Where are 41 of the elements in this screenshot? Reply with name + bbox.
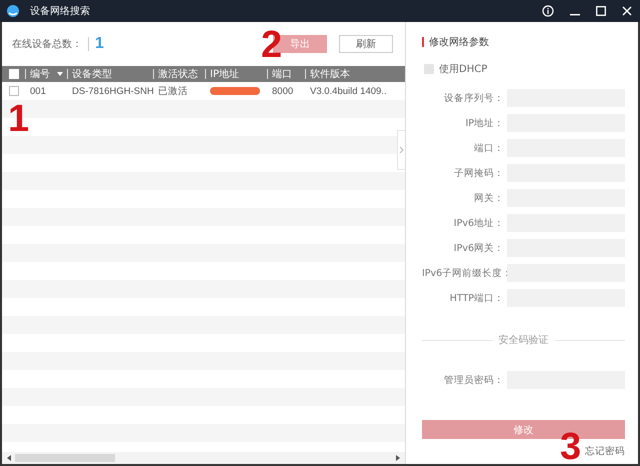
table-cell: V3.0.4build 1409.. xyxy=(310,86,387,96)
field-label: 子网掩码： xyxy=(453,166,504,180)
info-icon[interactable] xyxy=(542,5,554,17)
section-heading: 安全码验证 xyxy=(498,334,548,347)
scroll-left-icon[interactable] xyxy=(6,455,12,461)
collapse-handle[interactable] xyxy=(397,130,405,170)
dhcp-label: 使用DHCP xyxy=(439,63,488,76)
annotation-number: 1 xyxy=(8,100,30,138)
column-header[interactable]: IP地址 xyxy=(210,67,239,81)
field-label: HTTP端口： xyxy=(448,292,504,304)
panel-title: 修改网络参数 xyxy=(429,36,489,49)
forgot-password-link[interactable]: 忘记密码 xyxy=(585,445,625,458)
sort-arrow-icon[interactable] xyxy=(57,72,63,76)
table-cell: 8000 xyxy=(272,86,294,96)
field-label: IP地址： xyxy=(464,116,504,130)
field-label: 端口： xyxy=(473,142,504,154)
scroll-right-icon[interactable] xyxy=(395,455,401,461)
online-count: 1 xyxy=(95,35,104,53)
select-all-checkbox[interactable] xyxy=(8,69,18,79)
field-label: 管理员密码： xyxy=(443,374,504,386)
dhcp-checkbox[interactable] xyxy=(424,64,434,74)
field-label: IPv6地址： xyxy=(452,216,504,230)
column-header[interactable]: 激活状态 xyxy=(158,67,198,81)
table-cell: 001 xyxy=(30,86,46,96)
column-header[interactable]: 编号 xyxy=(30,67,50,81)
table-cell: DS-7816HGH-SNH xyxy=(72,86,154,96)
online-count-label: 在线设备总数： xyxy=(12,38,82,51)
row-checkbox[interactable] xyxy=(8,86,18,96)
app-logo-icon xyxy=(6,4,20,18)
close-icon[interactable] xyxy=(622,6,632,16)
column-header[interactable]: 软件版本 xyxy=(310,67,350,81)
column-header[interactable]: 端口 xyxy=(272,67,292,81)
column-header[interactable]: 设备类型 xyxy=(72,67,112,81)
table-cell: 已激活 xyxy=(158,84,188,98)
toolbar-button[interactable]: 刷新 xyxy=(339,35,393,53)
field-label: 网关： xyxy=(473,192,504,204)
horizontal-scrollbar[interactable] xyxy=(2,452,405,464)
maximize-icon[interactable] xyxy=(596,6,606,16)
field-label: IPv6网关： xyxy=(452,242,504,254)
window-title: 设备网络搜索 xyxy=(30,4,90,18)
field-label: 设备序列号： xyxy=(443,92,504,104)
